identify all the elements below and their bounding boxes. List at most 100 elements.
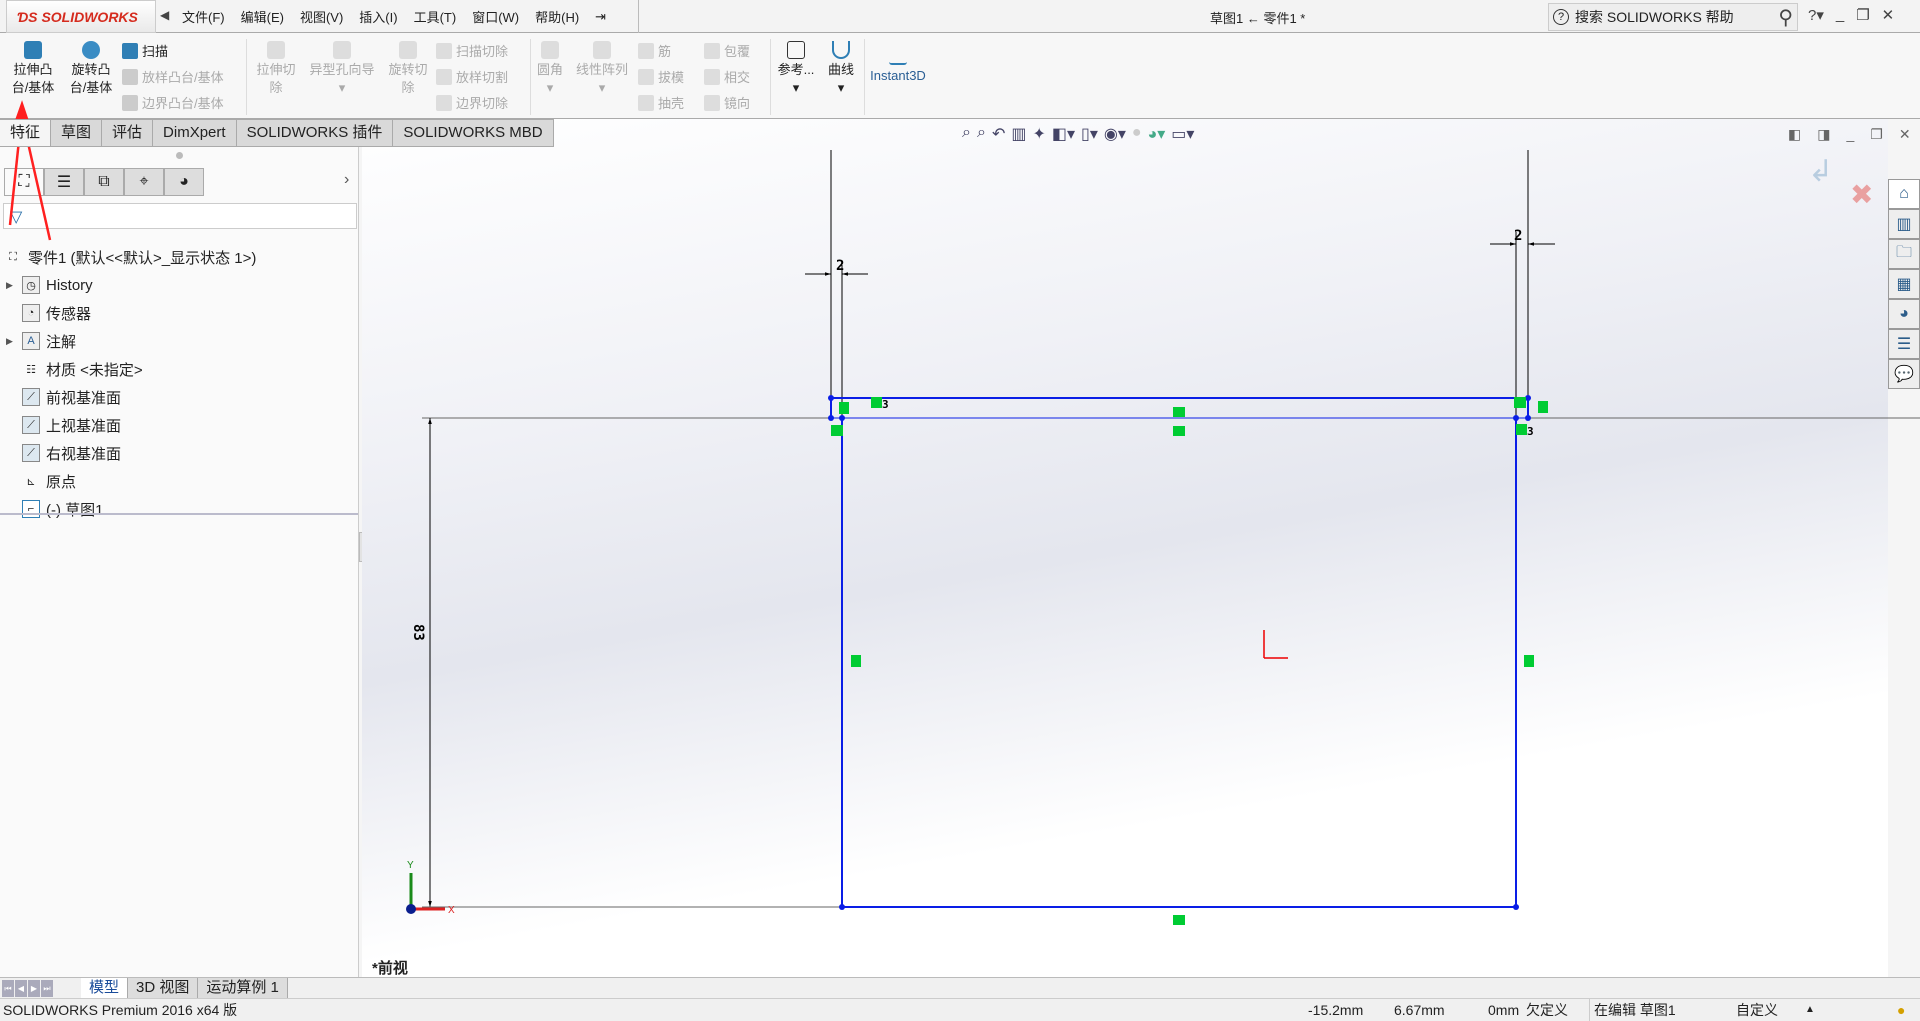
view-settings-icon[interactable]: ▭▾ — [1171, 124, 1194, 144]
apply-scene-icon[interactable]: ◕▾ — [1148, 124, 1166, 144]
design-library-icon[interactable]: ▥ — [1888, 209, 1920, 239]
linear-pattern-button[interactable]: 线性阵列 ▾ — [572, 41, 632, 97]
tab-evaluate[interactable]: 评估 — [102, 119, 154, 147]
panel-splitter-handle[interactable] — [176, 152, 183, 159]
tab-features[interactable]: 特征 — [0, 119, 52, 147]
hide-show-items-icon[interactable]: ◉▾ — [1104, 124, 1126, 144]
search-icon[interactable]: ⚲ — [1778, 5, 1797, 30]
property-manager-tab-icon[interactable]: ☰ — [44, 168, 84, 196]
graphics-area[interactable] — [362, 119, 1888, 977]
view-palette-icon[interactable]: ▦ — [1888, 269, 1920, 299]
fillet-button[interactable]: 圆角 ▾ — [534, 41, 566, 97]
boundary-boss-button[interactable]: 边界凸台/基体 — [122, 93, 224, 112]
zoom-to-fit-icon[interactable]: ⌕ — [962, 124, 971, 144]
tab-dimxpert[interactable]: DimXpert — [153, 119, 237, 147]
units-dropdown-icon[interactable]: ▲ — [1805, 999, 1815, 1021]
expand-arrow-icon[interactable]: ▶ — [6, 280, 16, 291]
last-tab-icon[interactable]: ⏭ — [41, 979, 53, 997]
menu-help[interactable]: 帮助(H) — [527, 7, 587, 26]
swept-cut-button[interactable]: 扫描切除 — [436, 41, 508, 60]
viewport-restore-icon[interactable]: ❐ — [1870, 126, 1883, 143]
section-view-icon[interactable]: ▥ — [1011, 124, 1026, 144]
next-tab-icon[interactable]: ▶ — [28, 979, 40, 997]
viewport-minimize-icon[interactable]: _ — [1846, 126, 1854, 143]
home-icon[interactable]: ⌂ — [1888, 179, 1920, 209]
extrude-cut-button[interactable]: 拉伸切除 — [252, 41, 300, 97]
expand-arrow-icon[interactable]: ▶ — [6, 336, 16, 347]
tree-item-history[interactable]: ▶ ◷ History — [6, 273, 93, 297]
tab-model[interactable]: 模型 — [81, 977, 129, 999]
tree-item-material[interactable]: ☷ 材质 <未指定> — [6, 357, 143, 381]
tile-right-icon[interactable]: ◨ — [1817, 126, 1830, 143]
prev-tab-icon[interactable]: ◀ — [15, 979, 27, 997]
hole-wizard-button[interactable]: 异型孔向导 ▾ — [304, 41, 380, 97]
help-dropdown-icon[interactable]: ?▾ — [1808, 6, 1824, 24]
search-input[interactable]: 搜索 SOLIDWORKS 帮助 — [1575, 7, 1772, 27]
view-orientation-icon[interactable]: ◧▾ — [1052, 124, 1075, 144]
menu-view[interactable]: 视图(V) — [292, 7, 351, 26]
close-icon[interactable]: ✕ — [1882, 6, 1895, 24]
previous-view-icon[interactable]: ↶ — [992, 124, 1005, 144]
tree-item-sketch1[interactable]: ⌐ (-) 草图1 — [6, 497, 104, 521]
menu-file[interactable]: 文件(F) — [174, 7, 233, 26]
lofted-cut-button[interactable]: 放样切割 — [436, 67, 508, 86]
chevron-right-icon[interactable]: › — [344, 171, 349, 189]
pin-icon[interactable]: ⇥ — [587, 9, 614, 25]
curves-button[interactable]: 曲线 ▾ — [822, 41, 860, 97]
reference-geometry-button[interactable]: 参考... ▾ — [774, 41, 818, 97]
tree-item-annotations[interactable]: ▶ A 注解 — [6, 329, 76, 353]
rib-button[interactable]: 筋 — [638, 41, 671, 60]
sweep-button[interactable]: 扫描 — [122, 41, 168, 60]
tree-item-top-plane[interactable]: ⟋ 上视基准面 — [6, 413, 121, 437]
viewport-close-icon[interactable]: ✕ — [1899, 126, 1911, 143]
instant3d-button[interactable]: Instant3D — [866, 47, 930, 85]
confirm-exit-sketch-icon[interactable]: ↲ — [1808, 154, 1833, 189]
appearances-icon[interactable]: ◕ — [1888, 299, 1920, 329]
feature-manager-tab-icon[interactable]: ⛶ — [4, 168, 44, 196]
tab-3d-view[interactable]: 3D 视图 — [128, 977, 199, 999]
menu-insert[interactable]: 插入(I) — [351, 7, 405, 26]
edit-appearance-icon[interactable]: ● — [1132, 124, 1142, 144]
first-tab-icon[interactable]: ⏮ — [2, 979, 14, 997]
minimize-icon[interactable]: _ — [1836, 6, 1844, 24]
custom-properties-icon[interactable]: ☰ — [1888, 329, 1920, 359]
wrap-button[interactable]: 包覆 — [704, 41, 750, 60]
tree-item-sensors[interactable]: ◔ 传感器 — [6, 301, 91, 325]
tab-mbd[interactable]: SOLIDWORKS MBD — [393, 119, 554, 147]
configuration-manager-tab-icon[interactable]: ⧉ — [84, 168, 124, 196]
shell-button[interactable]: 抽壳 — [638, 93, 684, 112]
forum-icon[interactable]: 💬 — [1888, 359, 1920, 389]
help-search[interactable]: ? 搜索 SOLIDWORKS 帮助 ⚲ — [1548, 3, 1798, 31]
cancel-sketch-icon[interactable]: ✖ — [1850, 178, 1873, 211]
tree-item-origin[interactable]: ⊾ 原点 — [6, 469, 76, 493]
filter-input[interactable]: ▽ — [3, 203, 357, 229]
dynamic-annotation-icon[interactable]: ✦ — [1032, 124, 1045, 144]
revolve-cut-button[interactable]: 旋转切除 — [384, 41, 432, 97]
revolve-boss-button[interactable]: 旋转凸 台/基体 — [66, 41, 116, 97]
tree-item-right-plane[interactable]: ⟋ 右视基准面 — [6, 441, 121, 465]
menu-window[interactable]: 窗口(W) — [464, 7, 527, 26]
intersect-button[interactable]: 相交 — [704, 67, 750, 86]
mirror-button[interactable]: 镜向 — [704, 93, 750, 112]
file-explorer-icon[interactable]: 🗀 — [1888, 239, 1920, 269]
unit-system[interactable]: 自定义 — [1736, 999, 1778, 1021]
tab-motion-study[interactable]: 运动算例 1 — [198, 977, 288, 999]
zoom-to-area-icon[interactable]: ⌕ — [977, 124, 986, 144]
menu-edit[interactable]: 编辑(E) — [233, 7, 292, 26]
display-manager-tab-icon[interactable]: ◕ — [164, 168, 204, 196]
restore-icon[interactable]: ❐ — [1856, 6, 1869, 24]
boundary-cut-button[interactable]: 边界切除 — [436, 93, 508, 112]
solidworks-logo[interactable]: ƊS SOLIDWORKS — [6, 0, 156, 33]
extrude-boss-button[interactable]: 拉伸凸 台/基体 — [8, 41, 58, 97]
dimxpert-manager-tab-icon[interactable]: ⌖ — [124, 168, 164, 196]
tree-root-part[interactable]: ⛶ 零件1 (默认<<默认>_显示状态 1>) — [4, 245, 256, 269]
tab-sketch[interactable]: 草图 — [51, 119, 103, 147]
tab-addins[interactable]: SOLIDWORKS 插件 — [236, 119, 394, 147]
loft-button[interactable]: 放样凸台/基体 — [122, 67, 224, 86]
tile-left-icon[interactable]: ◧ — [1788, 126, 1801, 143]
draft-button[interactable]: 拔模 — [638, 67, 684, 86]
rebuild-status-icon[interactable]: ● — [1897, 999, 1905, 1021]
menu-tools[interactable]: 工具(T) — [406, 7, 465, 26]
display-style-icon[interactable]: ▯▾ — [1081, 124, 1098, 144]
menu-collapse-arrow-icon[interactable]: ◀ — [160, 8, 169, 22]
